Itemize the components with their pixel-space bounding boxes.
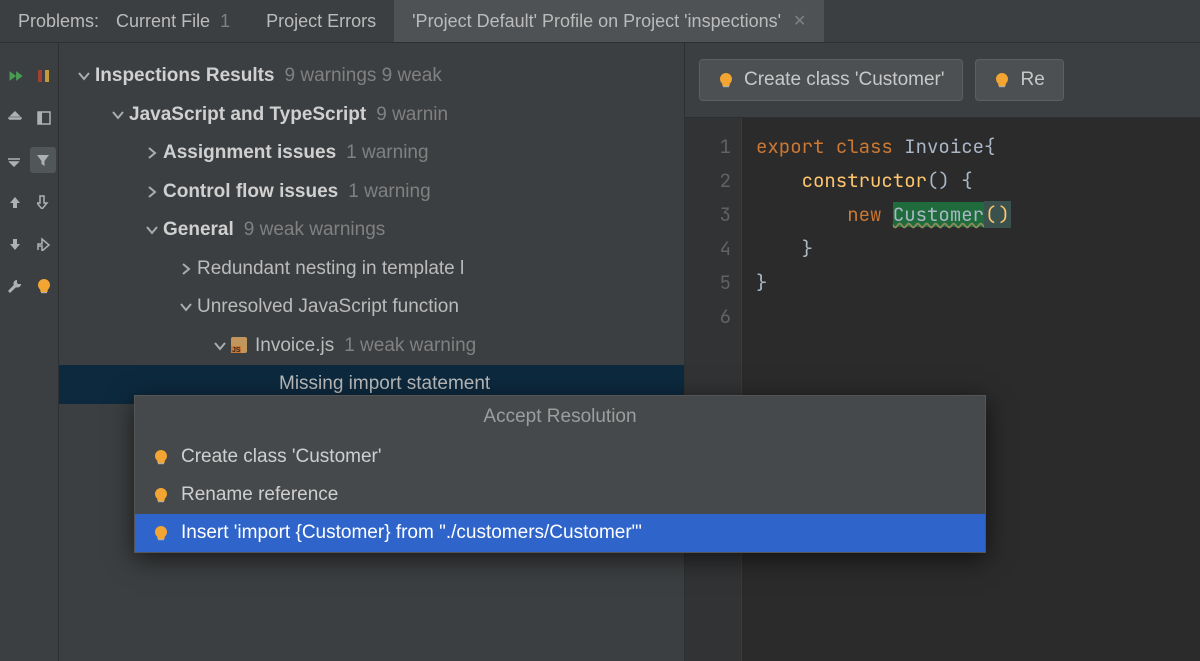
tree-redundant[interactable]: Redundant nesting in template l [59,250,684,289]
chevron-down-icon [73,69,95,83]
resolution-popup: Accept Resolution Create class 'Customer… [134,395,986,553]
tree-jsts[interactable]: JavaScript and TypeScript 9 warnin [59,96,684,135]
chevron-down-icon [141,223,163,237]
tree-root[interactable]: Inspections Results 9 warnings 9 weak [59,57,684,96]
chevron-down-icon [175,300,197,314]
bulb-icon [153,449,169,465]
code-editor[interactable]: 1 2 3 4 5 6 11 export class Invoice{ con… [685,118,1200,661]
chevron-right-icon [175,262,197,276]
layout-button[interactable] [32,106,56,130]
tree-unresolved[interactable]: Unresolved JavaScript function [59,288,684,327]
bulb-icon [153,487,169,503]
expand-button[interactable] [3,106,27,130]
intention-bulb-button[interactable] [32,274,56,298]
rerun-button[interactable] [3,64,27,88]
chevron-down-icon [107,108,129,122]
bulb-icon [153,525,169,541]
next-button[interactable] [3,232,27,256]
bulb-icon [994,72,1010,88]
other-fix-button[interactable]: Re [975,59,1063,101]
collapse-button[interactable] [2,148,26,172]
bulb-icon [718,72,734,88]
tab-inspection-profile[interactable]: 'Project Default' Profile on Project 'in… [394,0,824,42]
gutter: 1 2 3 4 5 6 11 [685,118,742,661]
tab-project-errors[interactable]: Project Errors [248,0,394,42]
editor-panel: Create class 'Customer' Re 1 2 3 4 5 6 1… [685,43,1200,661]
chevron-right-icon [141,146,163,160]
chevron-right-icon [141,185,163,199]
tab-problems[interactable]: Problems: Current File 1 [0,0,248,42]
popup-title: Accept Resolution [135,396,985,438]
popup-item-insert-import[interactable]: Insert 'import {Customer} from "./custom… [135,514,985,552]
filter-button[interactable] [30,147,56,173]
tree-assignment[interactable]: Assignment issues 1 warning [59,134,684,173]
export-button[interactable] [32,232,56,256]
tree-general[interactable]: General 9 weak warnings [59,211,684,250]
chevron-down-icon [209,339,231,353]
toolbar [0,43,59,661]
popup-item-create[interactable]: Create class 'Customer' [135,438,985,476]
prev-button[interactable] [3,190,27,214]
create-class-button[interactable]: Create class 'Customer' [699,59,963,101]
popup-item-rename[interactable]: Rename reference [135,476,985,514]
tab-bar: Problems: Current File 1 Project Errors … [0,0,1200,43]
tree-invoice-file[interactable]: Invoice.js 1 weak warning [59,327,684,366]
close-icon[interactable]: ✕ [793,11,806,31]
import-button[interactable] [32,190,56,214]
quickfix-bar: Create class 'Customer' Re [685,43,1200,118]
code-body[interactable]: export class Invoice{ constructor() { ne… [742,118,1200,661]
inspection-tree-panel: Inspections Results 9 warnings 9 weak Ja… [59,43,685,661]
group-button[interactable] [32,64,56,88]
settings-button[interactable] [3,274,27,298]
js-file-icon [231,337,249,355]
tree-controlflow[interactable]: Control flow issues 1 warning [59,173,684,212]
